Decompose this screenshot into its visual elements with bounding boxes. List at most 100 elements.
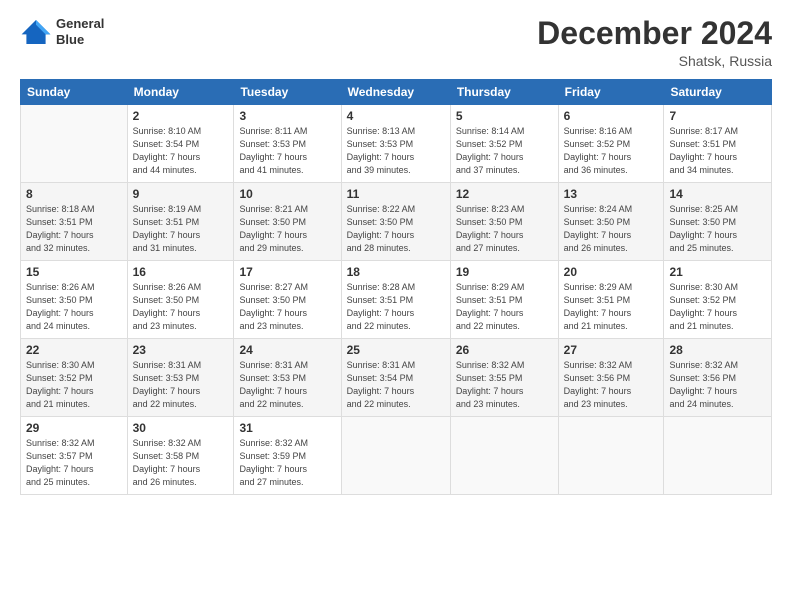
day-info: Sunrise: 8:14 AM Sunset: 3:52 PM Dayligh… — [456, 125, 553, 177]
day-info: Sunrise: 8:21 AM Sunset: 3:50 PM Dayligh… — [239, 203, 335, 255]
calendar-header-row: Sunday Monday Tuesday Wednesday Thursday… — [21, 80, 772, 105]
day-number: 5 — [456, 109, 553, 123]
day-info: Sunrise: 8:13 AM Sunset: 3:53 PM Dayligh… — [347, 125, 445, 177]
day-number: 31 — [239, 421, 335, 435]
col-sunday: Sunday — [21, 80, 128, 105]
logo-text: General Blue — [56, 16, 104, 47]
day-number: 18 — [347, 265, 445, 279]
day-number: 24 — [239, 343, 335, 357]
col-thursday: Thursday — [450, 80, 558, 105]
day-info: Sunrise: 8:10 AM Sunset: 3:54 PM Dayligh… — [133, 125, 229, 177]
day-number: 21 — [669, 265, 766, 279]
day-number: 2 — [133, 109, 229, 123]
calendar-cell — [450, 417, 558, 495]
calendar-row-3: 15Sunrise: 8:26 AM Sunset: 3:50 PM Dayli… — [21, 261, 772, 339]
calendar-cell: 11 Sunrise: 8:22 AM Sunset: 3:50 PM Dayli… — [341, 183, 450, 261]
day-number: 13 — [564, 187, 659, 201]
day-number: 17 — [239, 265, 335, 279]
calendar-cell: 15Sunrise: 8:26 AM Sunset: 3:50 PM Dayli… — [21, 261, 128, 339]
calendar-cell: 16 Sunrise: 8:26 AM Sunset: 3:50 PM Dayli… — [127, 261, 234, 339]
day-number: 9 — [133, 187, 229, 201]
calendar-cell: 12 Sunrise: 8:23 AM Sunset: 3:50 PM Dayli… — [450, 183, 558, 261]
day-info: Sunrise: 8:32 AM Sunset: 3:55 PM Dayligh… — [456, 359, 553, 411]
calendar-cell: 8Sunrise: 8:18 AM Sunset: 3:51 PM Daylig… — [21, 183, 128, 261]
calendar-cell: 21 Sunrise: 8:30 AM Sunset: 3:52 PM Dayli… — [664, 261, 772, 339]
day-info: Sunrise: 8:22 AM Sunset: 3:50 PM Dayligh… — [347, 203, 445, 255]
day-info: Sunrise: 8:30 AM Sunset: 3:52 PM Dayligh… — [26, 359, 122, 411]
day-info: Sunrise: 8:11 AM Sunset: 3:53 PM Dayligh… — [239, 125, 335, 177]
day-number: 23 — [133, 343, 229, 357]
day-number: 19 — [456, 265, 553, 279]
calendar-row-2: 8Sunrise: 8:18 AM Sunset: 3:51 PM Daylig… — [21, 183, 772, 261]
page: General Blue December 2024 Shatsk, Russi… — [0, 0, 792, 612]
calendar-cell: 6 Sunrise: 8:16 AM Sunset: 3:52 PM Daylig… — [558, 105, 664, 183]
day-info: Sunrise: 8:32 AM Sunset: 3:59 PM Dayligh… — [239, 437, 335, 489]
day-info: Sunrise: 8:19 AM Sunset: 3:51 PM Dayligh… — [133, 203, 229, 255]
calendar-cell: 22 Sunrise: 8:30 AM Sunset: 3:52 PM Dayli… — [21, 339, 128, 417]
col-monday: Monday — [127, 80, 234, 105]
day-info: Sunrise: 8:17 AM Sunset: 3:51 PM Dayligh… — [669, 125, 766, 177]
calendar-cell: 4 Sunrise: 8:13 AM Sunset: 3:53 PM Daylig… — [341, 105, 450, 183]
day-number: 12 — [456, 187, 553, 201]
day-number: 22 — [26, 343, 122, 357]
day-info: Sunrise: 8:23 AM Sunset: 3:50 PM Dayligh… — [456, 203, 553, 255]
col-wednesday: Wednesday — [341, 80, 450, 105]
calendar-cell: 25 Sunrise: 8:31 AM Sunset: 3:54 PM Dayli… — [341, 339, 450, 417]
calendar-cell: 23 Sunrise: 8:31 AM Sunset: 3:53 PM Dayli… — [127, 339, 234, 417]
day-info: Sunrise: 8:32 AM Sunset: 3:57 PM Dayligh… — [26, 437, 122, 489]
calendar-row-5: 29Sunrise: 8:32 AM Sunset: 3:57 PM Dayli… — [21, 417, 772, 495]
calendar-cell: 19 Sunrise: 8:29 AM Sunset: 3:51 PM Dayli… — [450, 261, 558, 339]
day-info: Sunrise: 8:31 AM Sunset: 3:54 PM Dayligh… — [347, 359, 445, 411]
location: Shatsk, Russia — [537, 53, 772, 69]
calendar-cell: 20 Sunrise: 8:29 AM Sunset: 3:51 PM Dayli… — [558, 261, 664, 339]
header: General Blue December 2024 Shatsk, Russi… — [20, 16, 772, 69]
calendar-cell: 26Sunrise: 8:32 AM Sunset: 3:55 PM Dayli… — [450, 339, 558, 417]
calendar-cell — [664, 417, 772, 495]
day-info: Sunrise: 8:28 AM Sunset: 3:51 PM Dayligh… — [347, 281, 445, 333]
day-info: Sunrise: 8:29 AM Sunset: 3:51 PM Dayligh… — [564, 281, 659, 333]
col-tuesday: Tuesday — [234, 80, 341, 105]
calendar-cell: 9 Sunrise: 8:19 AM Sunset: 3:51 PM Daylig… — [127, 183, 234, 261]
title-block: December 2024 Shatsk, Russia — [537, 16, 772, 69]
calendar-row-1: 2 Sunrise: 8:10 AM Sunset: 3:54 PM Daylig… — [21, 105, 772, 183]
calendar-cell: 2 Sunrise: 8:10 AM Sunset: 3:54 PM Daylig… — [127, 105, 234, 183]
day-info: Sunrise: 8:32 AM Sunset: 3:56 PM Dayligh… — [669, 359, 766, 411]
calendar-row-4: 22 Sunrise: 8:30 AM Sunset: 3:52 PM Dayli… — [21, 339, 772, 417]
col-saturday: Saturday — [664, 80, 772, 105]
day-number: 16 — [133, 265, 229, 279]
day-number: 27 — [564, 343, 659, 357]
day-number: 10 — [239, 187, 335, 201]
day-number: 28 — [669, 343, 766, 357]
day-info: Sunrise: 8:27 AM Sunset: 3:50 PM Dayligh… — [239, 281, 335, 333]
calendar-cell — [341, 417, 450, 495]
day-info: Sunrise: 8:26 AM Sunset: 3:50 PM Dayligh… — [26, 281, 122, 333]
day-info: Sunrise: 8:30 AM Sunset: 3:52 PM Dayligh… — [669, 281, 766, 333]
day-info: Sunrise: 8:31 AM Sunset: 3:53 PM Dayligh… — [239, 359, 335, 411]
day-number: 30 — [133, 421, 229, 435]
calendar-cell: 10 Sunrise: 8:21 AM Sunset: 3:50 PM Dayli… — [234, 183, 341, 261]
day-number: 11 — [347, 187, 445, 201]
month-title: December 2024 — [537, 16, 772, 51]
day-number: 6 — [564, 109, 659, 123]
day-number: 4 — [347, 109, 445, 123]
day-info: Sunrise: 8:32 AM Sunset: 3:58 PM Dayligh… — [133, 437, 229, 489]
calendar-cell: 5 Sunrise: 8:14 AM Sunset: 3:52 PM Daylig… — [450, 105, 558, 183]
calendar-cell: 30 Sunrise: 8:32 AM Sunset: 3:58 PM Dayli… — [127, 417, 234, 495]
calendar-cell — [558, 417, 664, 495]
day-number: 3 — [239, 109, 335, 123]
calendar-cell: 17 Sunrise: 8:27 AM Sunset: 3:50 PM Dayli… — [234, 261, 341, 339]
day-info: Sunrise: 8:18 AM Sunset: 3:51 PM Dayligh… — [26, 203, 122, 255]
day-info: Sunrise: 8:26 AM Sunset: 3:50 PM Dayligh… — [133, 281, 229, 333]
day-number: 25 — [347, 343, 445, 357]
day-number: 7 — [669, 109, 766, 123]
day-info: Sunrise: 8:29 AM Sunset: 3:51 PM Dayligh… — [456, 281, 553, 333]
day-info: Sunrise: 8:16 AM Sunset: 3:52 PM Dayligh… — [564, 125, 659, 177]
calendar-cell: 28 Sunrise: 8:32 AM Sunset: 3:56 PM Dayli… — [664, 339, 772, 417]
calendar-cell: 24 Sunrise: 8:31 AM Sunset: 3:53 PM Dayli… — [234, 339, 341, 417]
calendar-cell: 27Sunrise: 8:32 AM Sunset: 3:56 PM Dayli… — [558, 339, 664, 417]
calendar-cell: 7 Sunrise: 8:17 AM Sunset: 3:51 PM Daylig… — [664, 105, 772, 183]
day-info: Sunrise: 8:31 AM Sunset: 3:53 PM Dayligh… — [133, 359, 229, 411]
calendar-cell — [21, 105, 128, 183]
day-info: Sunrise: 8:25 AM Sunset: 3:50 PM Dayligh… — [669, 203, 766, 255]
day-number: 20 — [564, 265, 659, 279]
